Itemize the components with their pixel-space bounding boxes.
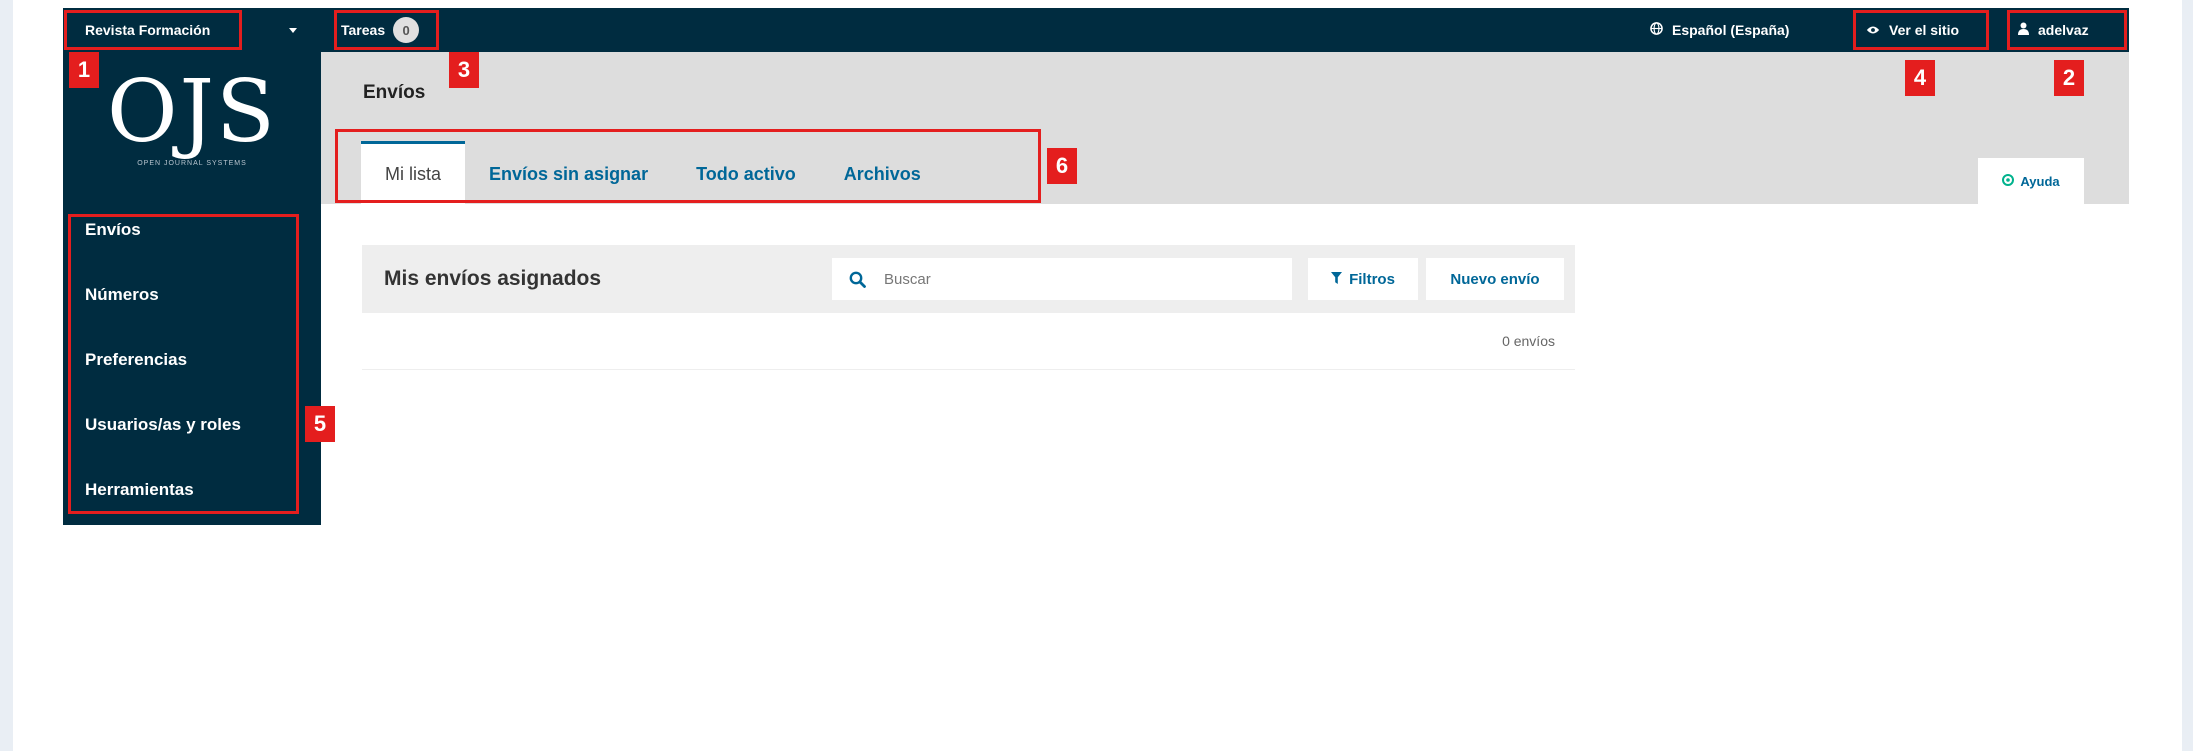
panel-header: Mis envíos asignados Filtros Nuevo envío (362, 245, 1575, 313)
panel-footer: 0 envíos (362, 313, 1575, 370)
submission-count: 0 envíos (1502, 333, 1555, 349)
search-input[interactable] (884, 264, 1274, 294)
annotation-label-4: 4 (1905, 60, 1935, 96)
language-switcher[interactable]: Español (España) (1650, 8, 1789, 52)
annotation-label-1: 1 (69, 52, 99, 88)
search-box (832, 258, 1292, 300)
highlight-tabs (335, 129, 1041, 203)
help-icon (2002, 173, 2015, 189)
filters-button[interactable]: Filtros (1308, 258, 1418, 300)
panel-title: Mis envíos asignados (384, 267, 602, 290)
highlight-user (2007, 10, 2127, 50)
journal-dropdown[interactable] (289, 8, 297, 52)
filter-icon (1331, 271, 1343, 288)
highlight-view-site (1853, 10, 1989, 50)
highlight-sidebar-menu (68, 214, 299, 514)
filters-label: Filtros (1349, 270, 1395, 288)
annotation-label-2: 2 (2054, 60, 2084, 96)
globe-icon (1650, 22, 1663, 38)
new-submission-button[interactable]: Nuevo envío (1426, 258, 1564, 300)
annotation-label-6: 6 (1047, 148, 1077, 184)
submissions-panel: Mis envíos asignados Filtros Nuevo envío… (362, 245, 1575, 370)
search-icon[interactable] (832, 258, 882, 300)
logo-subtitle: OPEN JOURNAL SYSTEMS (137, 160, 247, 167)
help-button[interactable]: Ayuda (1978, 158, 2084, 204)
annotation-label-3: 3 (449, 52, 479, 88)
ojs-logo[interactable]: OJS OPEN JOURNAL SYSTEMS (63, 66, 321, 167)
help-label: Ayuda (2020, 173, 2060, 189)
language-label: Español (España) (1672, 22, 1790, 38)
highlight-tasks (334, 10, 439, 50)
annotation-label-5: 5 (305, 406, 335, 442)
chevron-down-icon (289, 27, 297, 33)
logo-text: OJS (107, 62, 277, 162)
highlight-journal (64, 10, 242, 50)
page-title: Envíos (363, 82, 426, 103)
